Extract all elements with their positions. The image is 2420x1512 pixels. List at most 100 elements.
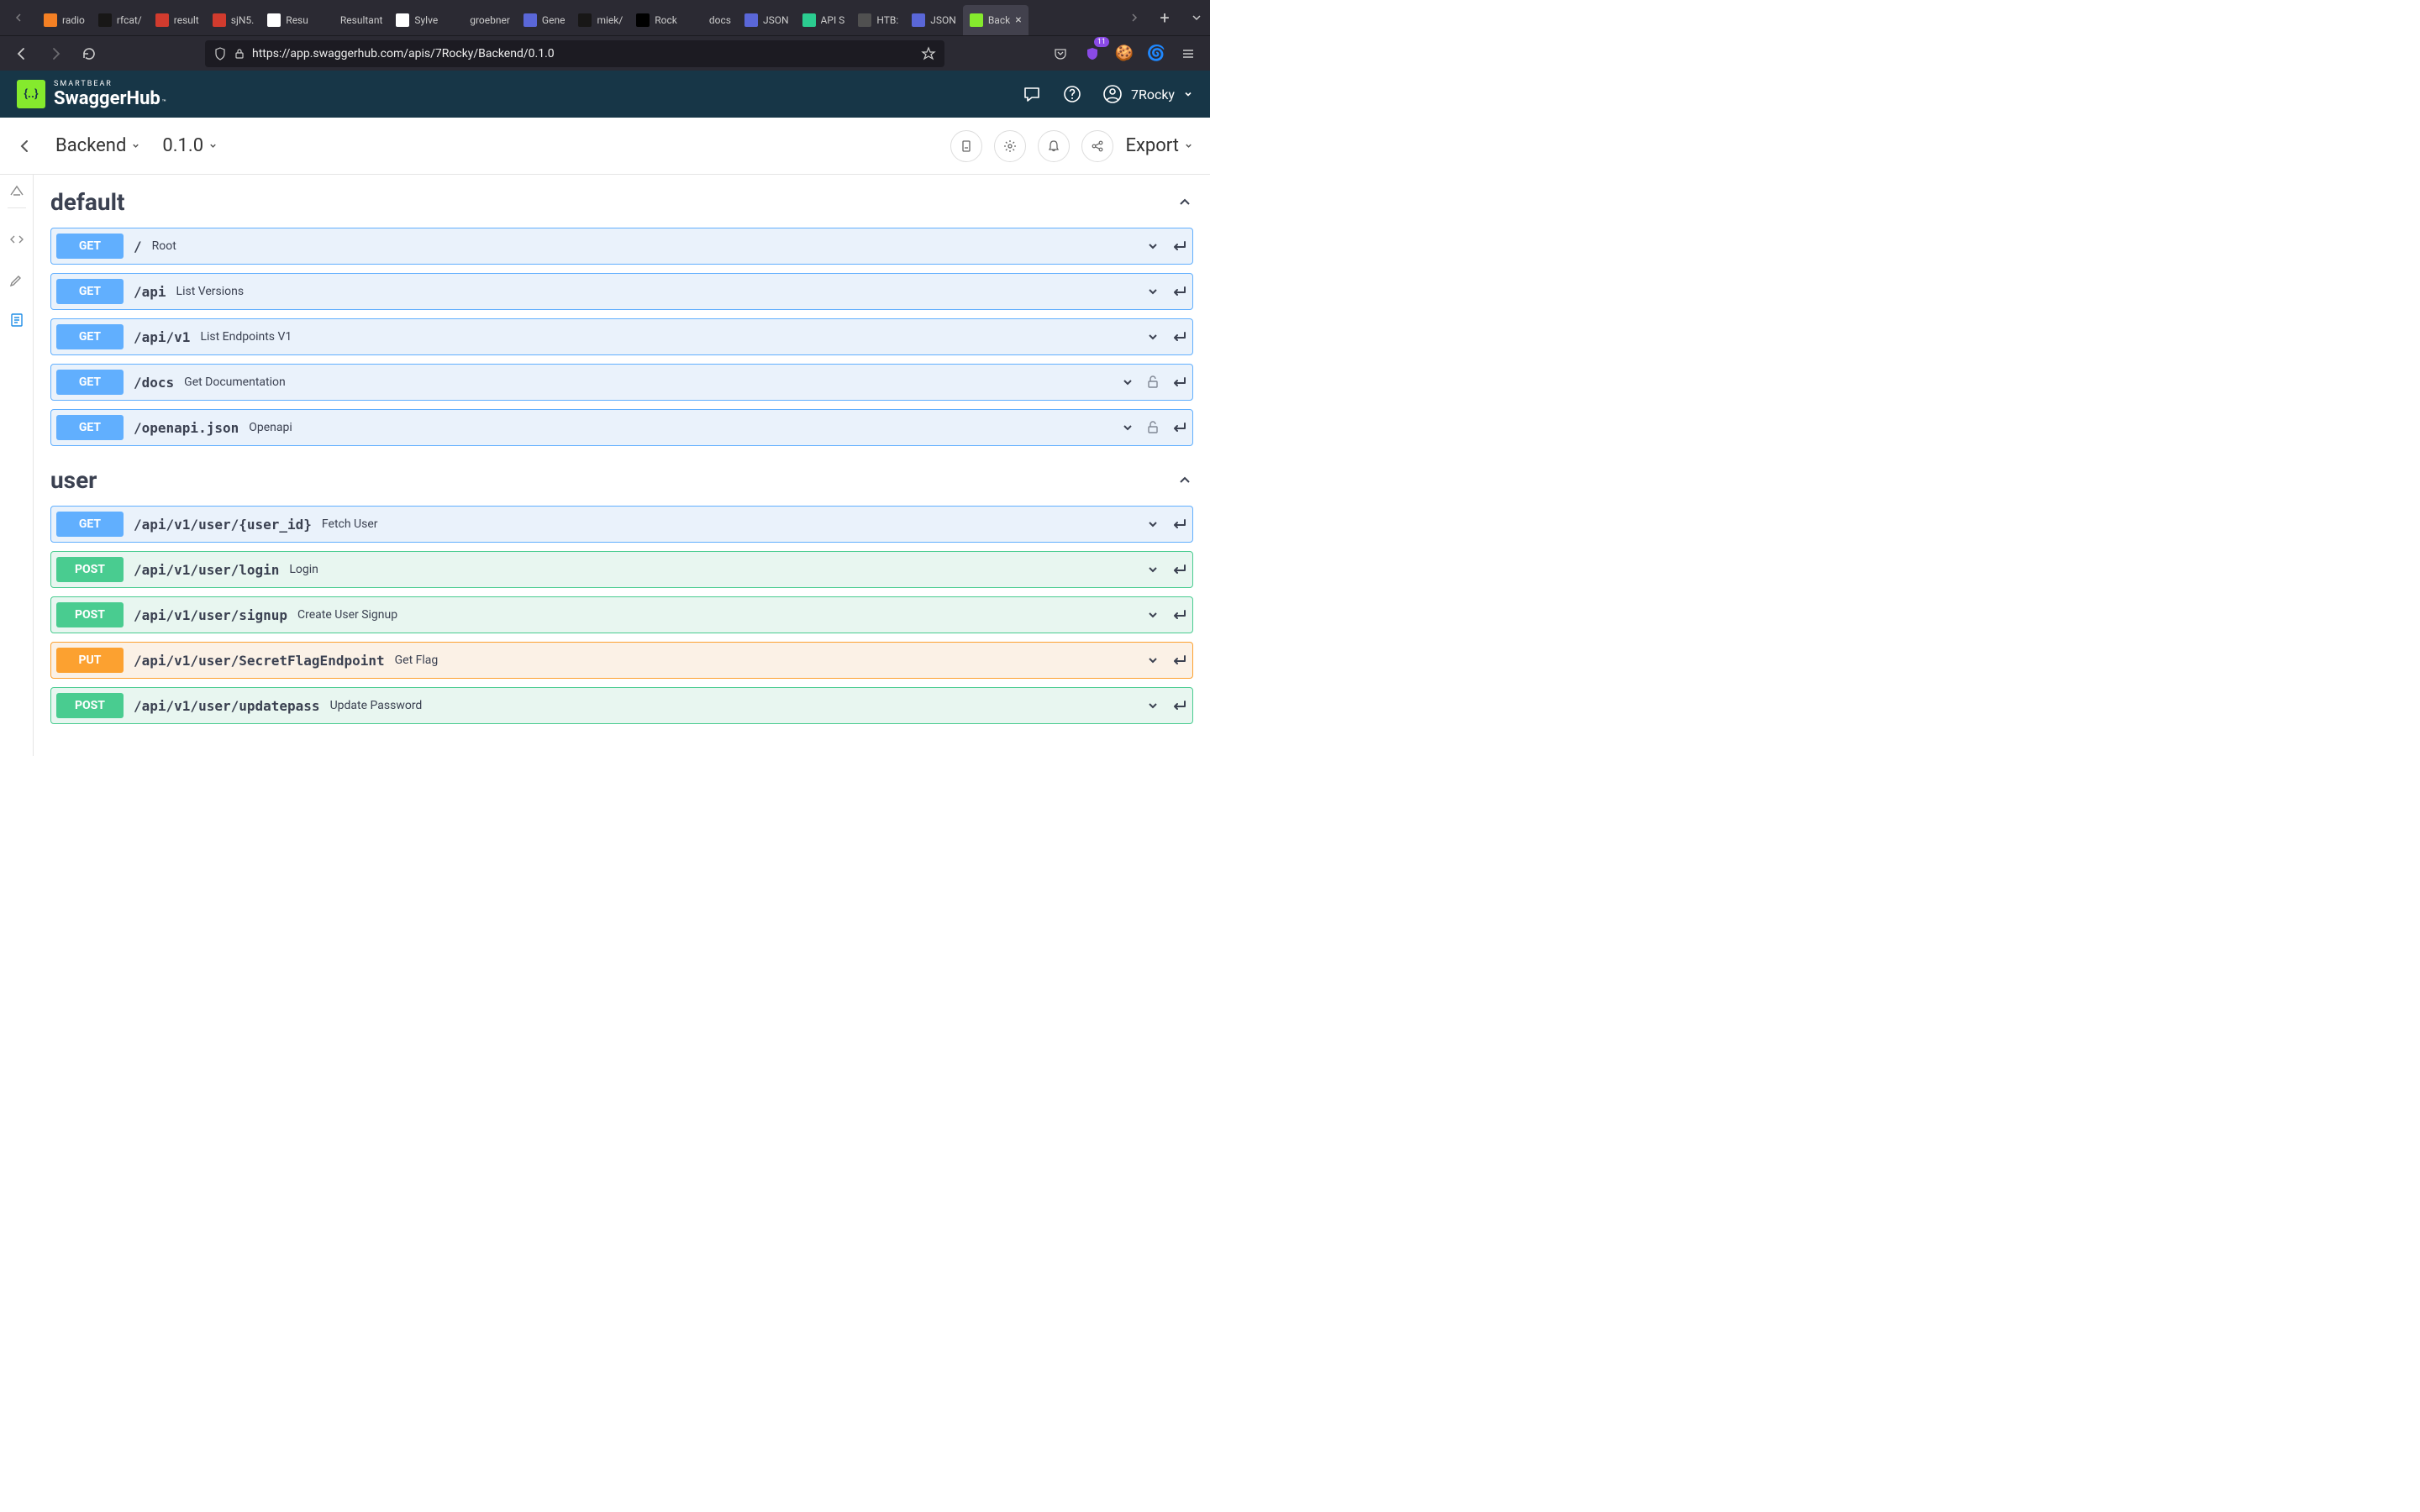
rail-design-icon[interactable] bbox=[8, 190, 26, 208]
rail-code-icon[interactable] bbox=[8, 230, 26, 249]
extension-emoji-2-icon[interactable]: 🌀 bbox=[1143, 40, 1170, 67]
chevron-down-icon[interactable] bbox=[1120, 420, 1135, 435]
forward-button[interactable] bbox=[42, 40, 69, 67]
return-arrow-icon[interactable] bbox=[1171, 699, 1187, 712]
browser-tab[interactable]: Rock bbox=[629, 5, 684, 35]
return-arrow-icon[interactable] bbox=[1171, 563, 1187, 576]
operation-path: /api/v1/user/signup bbox=[134, 607, 287, 623]
return-arrow-icon[interactable] bbox=[1171, 654, 1187, 667]
new-tab-button[interactable]: + bbox=[1151, 4, 1178, 31]
operation-row[interactable]: GET/docsGet Documentation bbox=[50, 364, 1193, 401]
help-icon[interactable] bbox=[1062, 84, 1082, 104]
chevron-down-icon[interactable] bbox=[1145, 653, 1160, 668]
tag-header[interactable]: user bbox=[50, 463, 1193, 497]
tab-label: Resultant bbox=[340, 14, 383, 26]
operation-row[interactable]: POST/api/v1/user/updatepassUpdate Passwo… bbox=[50, 687, 1193, 724]
rail-edit-icon[interactable] bbox=[8, 270, 26, 289]
settings-button[interactable] bbox=[994, 130, 1026, 162]
api-version-dropdown[interactable]: 0.1.0 bbox=[162, 135, 218, 156]
operation-summary: Update Password bbox=[330, 699, 423, 712]
notifications-button[interactable] bbox=[1038, 130, 1070, 162]
return-arrow-icon[interactable] bbox=[1171, 375, 1187, 389]
export-dropdown[interactable]: Export bbox=[1125, 135, 1193, 156]
tabs-scroll-left[interactable] bbox=[7, 6, 30, 29]
browser-tab[interactable]: result bbox=[149, 5, 206, 35]
chevron-down-icon[interactable] bbox=[1145, 329, 1160, 344]
operation-row[interactable]: POST/api/v1/user/loginLogin bbox=[50, 551, 1193, 588]
chevron-up-icon bbox=[1176, 194, 1193, 211]
api-name-dropdown[interactable]: Backend bbox=[55, 135, 140, 156]
lock-open-icon[interactable] bbox=[1145, 420, 1160, 435]
tabs-scroll-right[interactable] bbox=[1123, 6, 1146, 29]
browser-tab[interactable]: JSON bbox=[738, 5, 796, 35]
url-bar[interactable]: https://app.swaggerhub.com/apis/7Rocky/B… bbox=[205, 40, 944, 67]
browser-tab-strip: radiorfcat/result sjN5. Resu Resultant Sylve… bbox=[0, 0, 1210, 35]
chevron-down-icon[interactable] bbox=[1145, 284, 1160, 299]
return-arrow-icon[interactable] bbox=[1171, 608, 1187, 622]
browser-tab[interactable]: Resultant bbox=[315, 5, 390, 35]
operation-row[interactable]: GET/api/v1List Endpoints V1 bbox=[50, 318, 1193, 355]
browser-tab[interactable]: miek/ bbox=[571, 5, 629, 35]
back-button[interactable] bbox=[8, 40, 35, 67]
return-arrow-icon[interactable] bbox=[1171, 517, 1187, 531]
create-new-button[interactable] bbox=[950, 130, 982, 162]
tag-section: default GET/Root GET/apiList Versions GET/a… bbox=[50, 185, 1193, 446]
swaggerhub-logo[interactable]: {..} SMARTBEAR SwaggerHub™ bbox=[17, 80, 166, 109]
browser-toolbar: https://app.swaggerhub.com/apis/7Rocky/B… bbox=[0, 35, 1210, 71]
extension-ublock-icon[interactable]: 11 bbox=[1079, 40, 1106, 67]
browser-tab[interactable]: JSON bbox=[905, 5, 963, 35]
pocket-icon[interactable] bbox=[1047, 40, 1074, 67]
chevron-down-icon[interactable] bbox=[1145, 239, 1160, 254]
method-badge: POST bbox=[56, 693, 124, 718]
user-menu[interactable]: 7Rocky bbox=[1102, 84, 1193, 104]
operation-row[interactable]: POST/api/v1/user/signupCreate User Signu… bbox=[50, 596, 1193, 633]
operation-summary: Get Documentation bbox=[184, 375, 286, 389]
return-arrow-icon[interactable] bbox=[1171, 421, 1187, 434]
browser-tab[interactable]: sjN5. bbox=[206, 5, 261, 35]
reload-button[interactable] bbox=[76, 40, 103, 67]
operation-summary: List Endpoints V1 bbox=[200, 330, 292, 344]
browser-tab[interactable]: rfcat/ bbox=[92, 5, 149, 35]
share-button[interactable] bbox=[1081, 130, 1113, 162]
tabs-dropdown[interactable] bbox=[1183, 4, 1210, 31]
extension-emoji-1-icon[interactable]: 🍪 bbox=[1111, 40, 1138, 67]
operation-row[interactable]: PUT/api/v1/user/SecretFlagEndpointGet Fl… bbox=[50, 642, 1193, 679]
operation-row[interactable]: GET/apiList Versions bbox=[50, 273, 1193, 310]
hamburger-menu-icon[interactable] bbox=[1175, 40, 1202, 67]
browser-tab[interactable]: HTB: bbox=[851, 5, 905, 35]
chevron-down-icon[interactable] bbox=[1145, 517, 1160, 532]
bookmark-star-icon[interactable] bbox=[921, 46, 936, 61]
operation-row[interactable]: GET/openapi.jsonOpenapi bbox=[50, 409, 1193, 446]
tab-label: Back bbox=[988, 14, 1010, 26]
rail-docs-icon[interactable] bbox=[8, 311, 26, 329]
chevron-down-icon[interactable] bbox=[1145, 698, 1160, 713]
sub-back-button[interactable] bbox=[17, 138, 34, 155]
browser-tab[interactable]: Resu bbox=[260, 5, 315, 35]
chevron-down-icon[interactable] bbox=[1120, 375, 1135, 390]
tab-label: result bbox=[174, 14, 199, 26]
browser-tab[interactable]: docs bbox=[684, 5, 738, 35]
tab-label: HTB: bbox=[876, 14, 898, 26]
chat-icon[interactable] bbox=[1022, 84, 1042, 104]
return-arrow-icon[interactable] bbox=[1171, 285, 1187, 298]
chevron-down-icon bbox=[208, 141, 218, 150]
lock-open-icon[interactable] bbox=[1145, 375, 1160, 390]
browser-tab[interactable]: Back × bbox=[963, 5, 1028, 35]
browser-tab[interactable]: Sylve bbox=[389, 5, 445, 35]
browser-tab[interactable]: radio bbox=[37, 5, 92, 35]
operation-row[interactable]: GET/Root bbox=[50, 228, 1193, 265]
chevron-down-icon[interactable] bbox=[1145, 562, 1160, 577]
chevron-down-icon[interactable] bbox=[1145, 607, 1160, 622]
return-arrow-icon[interactable] bbox=[1171, 330, 1187, 344]
close-tab-icon[interactable]: × bbox=[1015, 13, 1021, 27]
browser-tab[interactable]: groebner bbox=[445, 5, 517, 35]
tab-label: sjN5. bbox=[231, 14, 255, 26]
operation-summary: Openapi bbox=[249, 421, 292, 434]
return-arrow-icon[interactable] bbox=[1171, 239, 1187, 253]
tag-header[interactable]: default bbox=[50, 185, 1193, 219]
browser-tab[interactable]: Gene bbox=[517, 5, 572, 35]
swaggerhub-header: {..} SMARTBEAR SwaggerHub™ 7Rocky bbox=[0, 71, 1210, 118]
favicon-icon bbox=[451, 13, 465, 27]
browser-tab[interactable]: API S bbox=[796, 5, 852, 35]
operation-row[interactable]: GET/api/v1/user/{user_id}Fetch User bbox=[50, 506, 1193, 543]
